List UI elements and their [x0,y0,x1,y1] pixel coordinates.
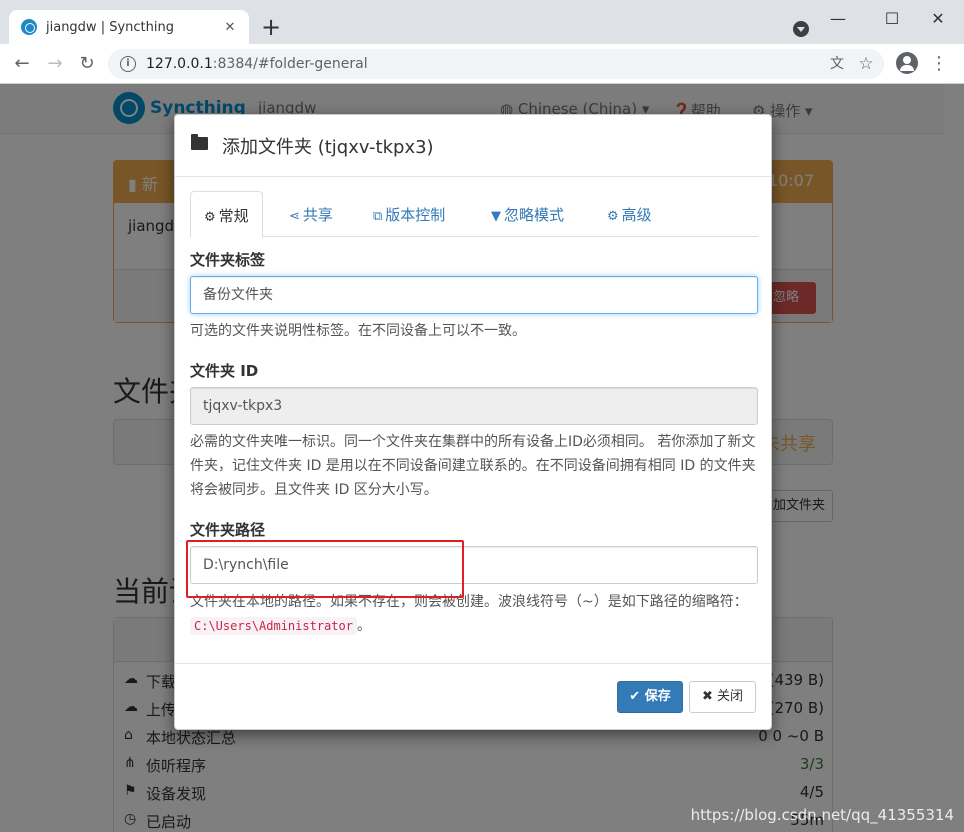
tab-sharing[interactable]: ⋖ 共享 [276,191,346,237]
browser-menu-icon[interactable]: ⋮ [930,50,948,78]
new-tab-icon[interactable]: + [258,12,284,42]
share-icon: ⋖ [289,209,300,224]
home-path-code: C:\Users\Administrator [190,617,357,635]
gear-icon: ⚙ [204,210,216,225]
folder-label-label: 文件夹标签 [190,251,266,269]
tab-title: jiangdw | Syncthing [46,19,174,35]
close-tab-icon[interactable]: ✕ [221,20,239,35]
window-close-icon[interactable]: ✕ [915,6,961,32]
profile-icon[interactable] [896,52,918,74]
folder-path-input[interactable]: D:\rynch\file [190,546,758,584]
dialog-footer: ✔ 保存 ✖ 关闭 [175,663,771,729]
tab-versioning[interactable]: ⧉ 版本控制 [360,191,458,237]
folder-id-label: 文件夹 ID [190,362,259,380]
folder-label-help: 可选的文件夹说明性标签。在不同设备上可以不一致。 [190,323,526,339]
watermark: https://blog.csdn.net/qq_41355314 [690,806,954,824]
dialog-header: 添加文件夹 (tjqxv-tkpx3) [175,115,771,177]
back-icon[interactable]: ← [8,50,36,78]
address-bar[interactable]: i 127.0.0.1:8384/#folder-general 文 ☆ [108,49,884,79]
tab-ignore-patterns[interactable]: ▼ 忽略模式 [478,191,577,237]
folder-id-input[interactable]: tjqxv-tkpx3 [190,387,758,425]
copy-icon: ⧉ [373,209,383,224]
folder-path-help: 文件夹在本地的路径。如果不存在，则会被创建。波浪线符号（~）是如下路径的缩略符：… [190,594,748,635]
browser-tab[interactable]: jiangdw | Syncthing ✕ [9,10,249,44]
cogs-icon: ⚙ [607,209,619,224]
browser-tab-bar: jiangdw | Syncthing ✕ + — ☐ ✕ [0,0,964,44]
url-text: 127.0.0.1:8384/#folder-general [146,56,368,72]
check-icon: ✔ [629,689,645,704]
tab-search-icon[interactable] [793,21,809,37]
close-button[interactable]: ✖ 关闭 [689,681,756,713]
dialog-title: 添加文件夹 (tjqxv-tkpx3) [222,137,434,158]
browser-toolbar: ← → ↻ i 127.0.0.1:8384/#folder-general 文… [0,44,964,84]
folder-id-help: 必需的文件夹唯一标识。同一个文件夹在集群中的所有设备上ID必须相同。 若你添加了… [190,434,756,498]
folder-label-input[interactable]: 备份文件夹 [190,276,758,314]
bookmark-star-icon[interactable]: ☆ [856,49,876,79]
add-folder-dialog: 添加文件夹 (tjqxv-tkpx3) ⚙ 常规 ⋖ 共享 ⧉ 版本控制 ▼ 忽略模式 … [174,114,772,730]
filter-icon: ▼ [491,209,501,224]
folder-path-label: 文件夹路径 [190,521,266,539]
tab-general[interactable]: ⚙ 常规 [190,191,263,238]
close-icon: ✖ [701,689,717,704]
translate-icon[interactable]: 文 [828,49,846,79]
minimize-icon[interactable]: — [815,6,861,32]
dialog-tabs: ⚙ 常规 ⋖ 共享 ⧉ 版本控制 ▼ 忽略模式 ⚙ 高级 [190,191,758,238]
forward-icon[interactable]: → [41,50,69,78]
tab-advanced[interactable]: ⚙ 高级 [594,191,665,237]
save-button[interactable]: ✔ 保存 [617,681,683,713]
syncthing-favicon-icon [21,19,37,35]
site-info-icon[interactable]: i [120,56,136,72]
maximize-icon[interactable]: ☐ [869,6,915,32]
folder-icon [191,134,208,150]
reload-icon[interactable]: ↻ [73,50,101,78]
